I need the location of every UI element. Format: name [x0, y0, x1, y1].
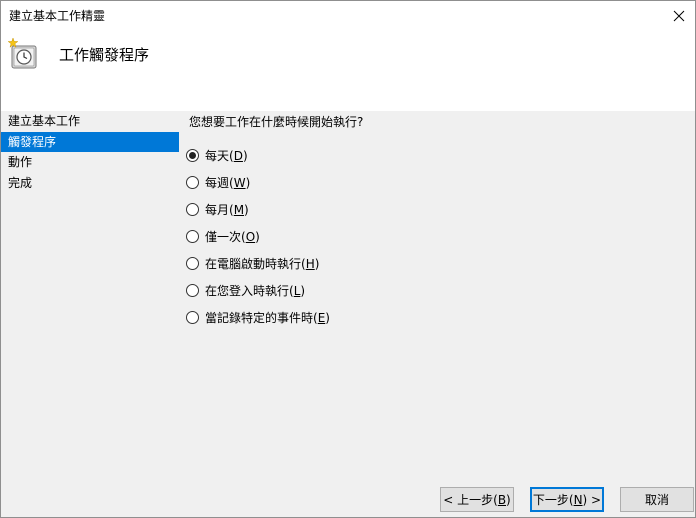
wizard-header: 工作觸發程序 — [1, 31, 695, 111]
option-weekly-label: 每週(W) — [205, 175, 251, 190]
radio-on-event[interactable] — [186, 311, 199, 324]
cancel-button[interactable]: 取消 — [620, 487, 694, 512]
wizard-window: 建立基本工作精靈 工作觸發程序 建立基本工作 觸發程序 動作 完成 您想要工作在… — [0, 0, 696, 518]
option-on-event-label: 當記錄特定的事件時(E) — [205, 310, 330, 325]
title-bar: 建立基本工作精靈 — [1, 1, 695, 31]
next-button[interactable]: 下一步(N) > — [530, 487, 604, 512]
wizard-steps: 建立基本工作 觸發程序 動作 完成 — [1, 111, 179, 194]
option-at-logon-label: 在您登入時執行(L) — [205, 283, 306, 298]
option-monthly[interactable]: 每月(M) — [186, 196, 330, 223]
radio-one-time[interactable] — [186, 230, 199, 243]
step-trigger[interactable]: 觸發程序 — [1, 132, 179, 152]
option-one-time[interactable]: 僅一次(O) — [186, 223, 330, 250]
radio-weekly[interactable] — [186, 176, 199, 189]
step-action[interactable]: 動作 — [1, 152, 179, 173]
trigger-options: 每天(D) 每週(W) 每月(M) 僅一次(O) 在電腦啟動時執行(H) 在您登… — [186, 142, 330, 331]
option-monthly-label: 每月(M) — [205, 202, 249, 217]
step-finish[interactable]: 完成 — [1, 173, 179, 194]
option-on-event[interactable]: 當記錄特定的事件時(E) — [186, 304, 330, 331]
step-create-basic-task[interactable]: 建立基本工作 — [1, 111, 179, 132]
option-weekly[interactable]: 每週(W) — [186, 169, 330, 196]
back-button[interactable]: < 上一步(B) — [440, 487, 514, 512]
option-at-logon[interactable]: 在您登入時執行(L) — [186, 277, 330, 304]
close-icon — [673, 10, 685, 22]
radio-monthly[interactable] — [186, 203, 199, 216]
radio-daily[interactable] — [186, 149, 199, 162]
close-button[interactable] — [663, 1, 695, 31]
clock-wizard-icon — [7, 37, 37, 69]
option-at-startup[interactable]: 在電腦啟動時執行(H) — [186, 250, 330, 277]
page-title: 工作觸發程序 — [59, 46, 150, 64]
trigger-question: 您想要工作在什麼時候開始執行? — [189, 115, 364, 129]
option-daily[interactable]: 每天(D) — [186, 142, 330, 169]
option-at-startup-label: 在電腦啟動時執行(H) — [205, 256, 320, 271]
window-title: 建立基本工作精靈 — [9, 9, 106, 23]
option-one-time-label: 僅一次(O) — [205, 229, 260, 244]
option-daily-label: 每天(D) — [205, 148, 248, 163]
radio-at-logon[interactable] — [186, 284, 199, 297]
radio-at-startup[interactable] — [186, 257, 199, 270]
